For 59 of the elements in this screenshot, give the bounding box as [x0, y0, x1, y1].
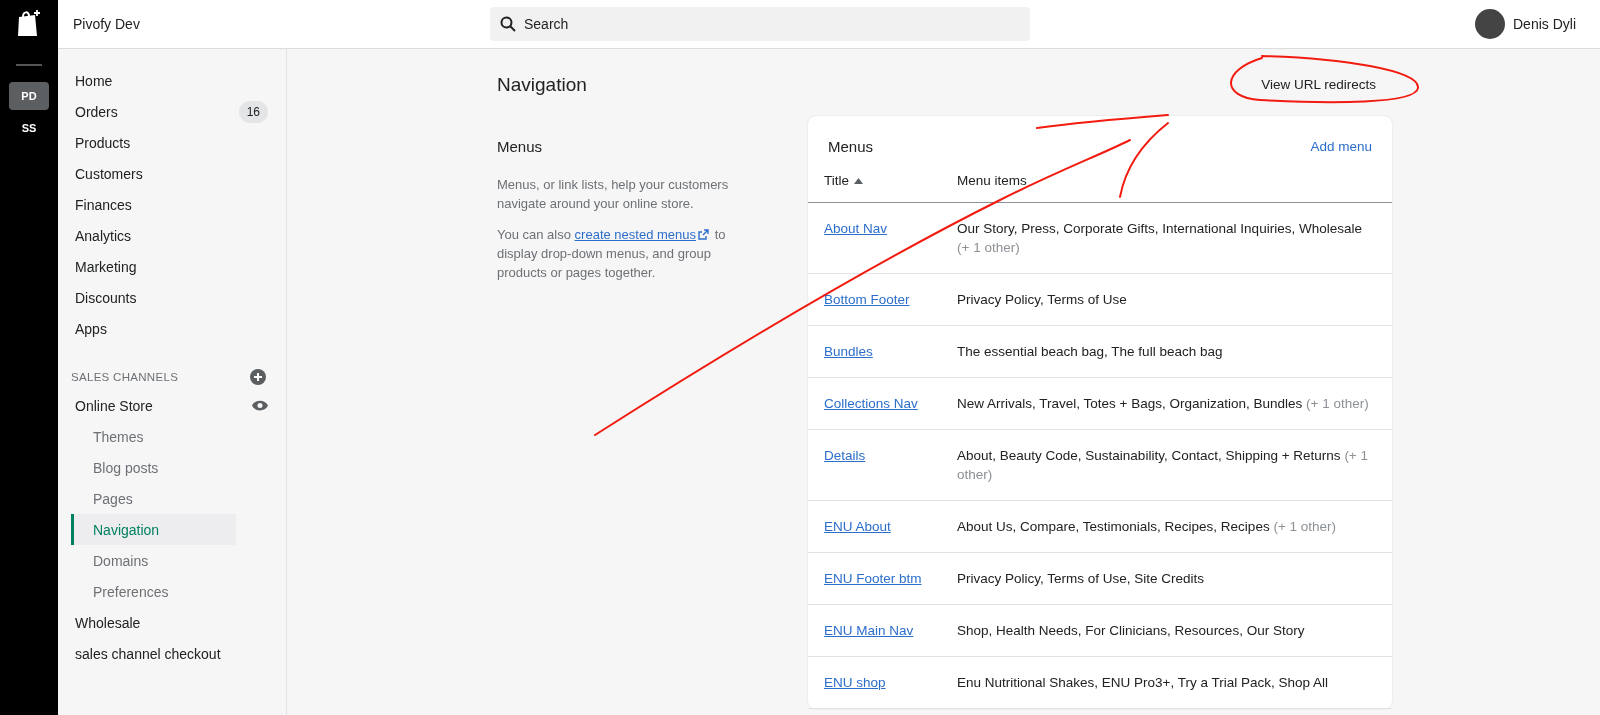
menu-items-cell-text: About, Beauty Code, Sustainability, Contact, Shipping + Returns (+ 1 other) — [957, 447, 1369, 484]
menu-title-link[interactable]: Details — [824, 448, 866, 463]
menu-title-link[interactable]: ENU shop — [824, 675, 886, 690]
store-name: Pivofy Dev — [72, 16, 141, 32]
menu-title-link[interactable]: Collections Nav — [824, 396, 918, 411]
store-switcher-button[interactable]: SS — [9, 114, 49, 142]
menu-items-cell-text: New Arrivals, Travel, Totes + Bags, Organization, Bundles (+ 1 other) — [957, 395, 1370, 413]
nav-subitem[interactable]: Domains — [71, 545, 236, 576]
eye-icon[interactable] — [252, 400, 268, 411]
menu-items-cell-text: Our Story, Press, Corporate Gifts, International Inquiries, Wholesale (+ 1 other) — [957, 220, 1363, 257]
section-note: You can also create nested menus to display drop-down menus, and group products or pages together. — [497, 226, 727, 282]
nav-item[interactable]: Discounts — [75, 289, 137, 306]
menu-items-cell-text: Privacy Policy, Terms of Use — [957, 291, 1128, 309]
nav-subitem[interactable]: Preferences — [71, 576, 236, 607]
sort-caret-icon — [854, 177, 863, 184]
avatar-circle[interactable] — [1475, 9, 1505, 39]
menu-title-link[interactable]: ENU Main Nav — [824, 623, 914, 638]
menu-items-cell-text: Shop, Health Needs, For Clinicians, Resources, Our Story — [957, 622, 1306, 640]
nested-menus-link[interactable]: create nested menus — [574, 227, 711, 242]
section-title: Menus — [497, 138, 544, 155]
menu-items-cell-text: The essential beach bag, The full beach bag — [957, 343, 1224, 361]
redirects-button[interactable]: View URL redirects — [1245, 69, 1392, 100]
menu-items-cell-text: Privacy Policy, Terms of Use, Site Credits — [957, 570, 1206, 588]
nav-item[interactable]: sales channel checkout — [75, 645, 221, 662]
menu-title-link[interactable]: ENU About — [824, 519, 891, 534]
nav-item[interactable]: Home — [75, 72, 113, 89]
column-header[interactable]: Title — [824, 173, 849, 188]
user-name[interactable]: Denis Dyli — [1513, 16, 1576, 32]
nav-subitem[interactable]: Pages — [71, 483, 236, 514]
nav-item[interactable]: Finances — [75, 196, 132, 213]
menu-title-link[interactable]: ENU Footer btm — [824, 571, 922, 586]
menu-title-link[interactable]: Bottom Footer — [824, 292, 910, 307]
store-switcher-button[interactable]: PD — [9, 82, 49, 110]
nav-item[interactable]: Online Store — [75, 397, 153, 414]
nav-item[interactable]: Customers — [75, 165, 143, 182]
menu-items-cell-text: About Us, Compare, Testimonials, Recipes, Recipes (+ 1 other) — [957, 518, 1338, 536]
nav-item[interactable]: Apps — [75, 320, 107, 337]
menu-items-cell-text: Enu Nutritional Shakes, ENU Pro3+, Try a Trial Pack, Shop All — [957, 674, 1330, 692]
nav-item[interactable]: Wholesale — [75, 614, 141, 631]
shopping-bag-logo-icon — [16, 8, 42, 38]
menu-title-link[interactable]: Bundles — [824, 344, 873, 359]
nav-subitem[interactable]: Themes — [71, 421, 236, 452]
add-menu-link[interactable]: Add menu — [1310, 138, 1372, 155]
column-header: Menu items — [957, 173, 1027, 188]
section-description: Menus, or link lists, help your customers navigate around your online store. — [497, 176, 730, 213]
nav-item[interactable]: Analytics — [75, 227, 132, 244]
nav-item[interactable]: Marketing — [75, 258, 137, 275]
nav-item[interactable]: Orders — [75, 103, 118, 120]
nav-item[interactable]: Products — [75, 134, 131, 151]
section-heading: SALES CHANNELS — [71, 371, 179, 383]
page-title: Navigation — [497, 73, 587, 96]
card-title: Menus — [828, 138, 874, 155]
nav-subitem[interactable]: Blog posts — [71, 452, 236, 483]
menu-title-link[interactable]: About Nav — [824, 221, 888, 236]
count-badge: 16 — [238, 100, 268, 123]
external-link-icon — [698, 229, 709, 240]
nav-subitem[interactable]: Navigation — [71, 514, 236, 545]
add-circle-icon[interactable] — [250, 369, 266, 385]
search-field[interactable]: Search — [490, 7, 1030, 41]
